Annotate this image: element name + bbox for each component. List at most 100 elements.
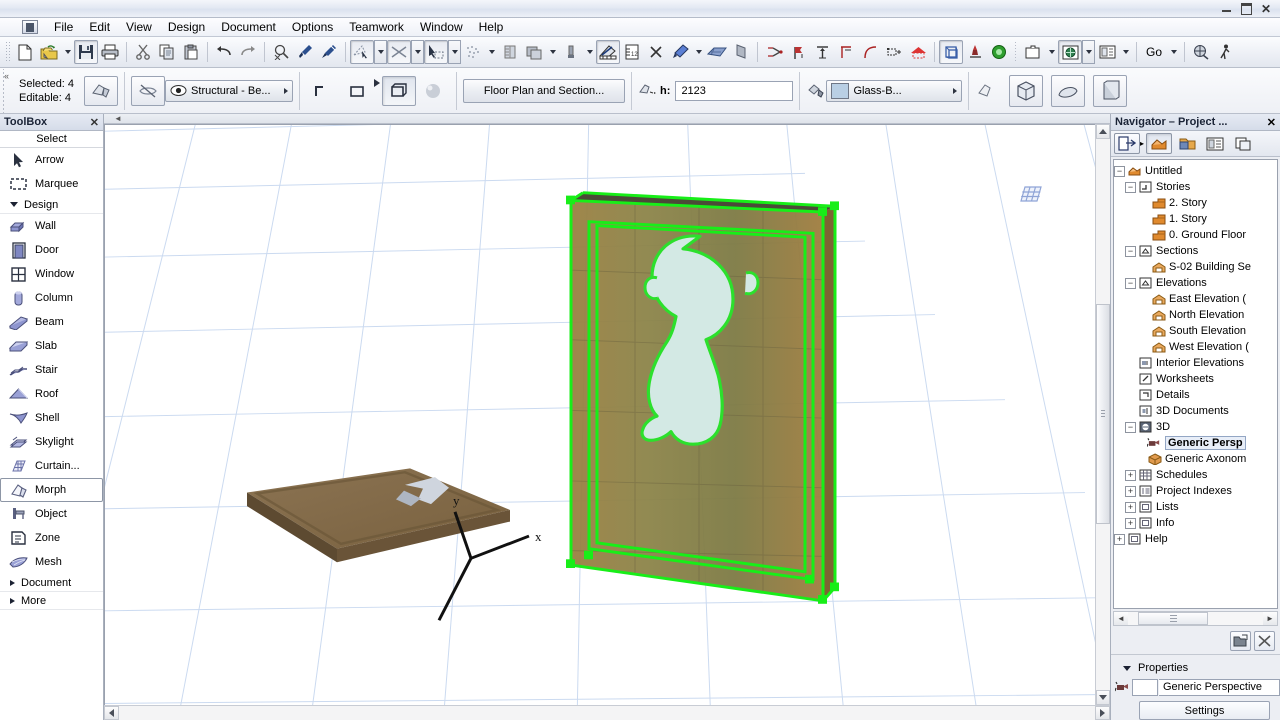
open-folder-button[interactable] bbox=[37, 40, 61, 64]
tree-row-sections[interactable]: − Sections bbox=[1114, 243, 1277, 259]
cutaway-box-button[interactable] bbox=[939, 40, 963, 64]
toolbox-close-icon[interactable]: ✕ bbox=[90, 116, 99, 129]
stretch-arrow-button[interactable] bbox=[810, 40, 834, 64]
stamp-marker-button[interactable] bbox=[963, 40, 987, 64]
tree-row-generic-perspective[interactable]: Generic Persp bbox=[1114, 435, 1277, 451]
open-recent-arrow[interactable] bbox=[61, 40, 74, 64]
close-button[interactable]: ✕ bbox=[1256, 2, 1276, 16]
morph-small-icon[interactable] bbox=[975, 79, 999, 103]
tool-mesh[interactable]: Mesh bbox=[0, 550, 103, 574]
new-document-button[interactable] bbox=[13, 40, 37, 64]
tool-object[interactable]: Object bbox=[0, 502, 103, 526]
magnifier-select-button[interactable] bbox=[269, 40, 293, 64]
tool-wall[interactable]: Wall bbox=[0, 214, 103, 238]
shell-view-icon[interactable] bbox=[1051, 74, 1086, 107]
walk-person-button[interactable] bbox=[1213, 40, 1237, 64]
eyedropper-button[interactable] bbox=[293, 40, 317, 64]
tool-skylight[interactable]: Skylight bbox=[0, 430, 103, 454]
view-color-swatch[interactable] bbox=[1132, 678, 1158, 696]
marquee-options-arrow[interactable] bbox=[374, 40, 387, 64]
tree-row-worksheets[interactable]: Worksheets bbox=[1114, 371, 1277, 387]
menu-document[interactable]: Document bbox=[213, 18, 284, 37]
tree-row-untitled[interactable]: − Untitled bbox=[1114, 163, 1277, 179]
scroll-down-arrow[interactable] bbox=[1096, 690, 1110, 705]
pen-weight-button[interactable] bbox=[559, 40, 583, 64]
copy-button[interactable] bbox=[155, 40, 179, 64]
split-scissors-button[interactable] bbox=[762, 40, 786, 64]
menu-edit[interactable]: Edit bbox=[81, 18, 118, 37]
paint-material-button[interactable] bbox=[668, 40, 692, 64]
menu-options[interactable]: Options bbox=[284, 18, 341, 37]
snap-dots-button[interactable] bbox=[461, 40, 485, 64]
layers-stack-button[interactable] bbox=[522, 40, 546, 64]
tree-row-lists[interactable]: + Lists bbox=[1114, 499, 1277, 515]
menu-help[interactable]: Help bbox=[471, 18, 512, 37]
navigator-popup-arrow[interactable]: ▸ bbox=[1140, 139, 1144, 148]
trim-tool-button[interactable] bbox=[387, 40, 411, 64]
scroll-left-arrow[interactable] bbox=[104, 706, 119, 720]
tree-row-project-indexes[interactable]: + Project Indexes bbox=[1114, 483, 1277, 499]
tree-row-north-elevation[interactable]: North Elevation bbox=[1114, 307, 1277, 323]
expander-icon[interactable]: − bbox=[1125, 277, 1136, 289]
view-map-folder-icon[interactable] bbox=[1174, 133, 1200, 154]
layout-book-button[interactable] bbox=[1095, 40, 1119, 64]
menu-file[interactable]: File bbox=[46, 18, 81, 37]
tree-row-info[interactable]: + Info bbox=[1114, 515, 1277, 531]
measure-tool-button[interactable] bbox=[596, 40, 620, 64]
mesh-plane-button[interactable] bbox=[705, 40, 729, 64]
tool-beam[interactable]: Beam bbox=[0, 310, 103, 334]
delete-x-icon[interactable] bbox=[1254, 631, 1275, 651]
menu-view[interactable]: View bbox=[118, 18, 160, 37]
tape-measure-button[interactable]: 12 bbox=[620, 40, 644, 64]
expander-icon[interactable]: − bbox=[1125, 181, 1136, 193]
tree-row-story-2[interactable]: 2. Story bbox=[1114, 195, 1277, 211]
project-map-home-icon[interactable] bbox=[1146, 133, 1173, 154]
tool-morph[interactable]: Morph bbox=[0, 478, 103, 502]
tree-row-generic-axonometric[interactable]: Generic Axonom bbox=[1114, 451, 1277, 467]
tool-shell[interactable]: Shell bbox=[0, 406, 103, 430]
tree-row-east-elevation[interactable]: East Elevation ( bbox=[1114, 291, 1277, 307]
adjust-flag-button[interactable] bbox=[786, 40, 810, 64]
maximize-button[interactable] bbox=[1236, 2, 1256, 16]
nav-scroll-left-arrow[interactable]: ◄ bbox=[1114, 612, 1128, 625]
undo-button[interactable] bbox=[212, 40, 236, 64]
navigator-tree[interactable]: − Untitled − Stories 2. Story 1. Story 0… bbox=[1113, 159, 1278, 609]
save-disk-button[interactable] bbox=[74, 40, 98, 64]
tree-row-south-elevation[interactable]: South Elevation bbox=[1114, 323, 1277, 339]
nav-scroll-right-arrow[interactable]: ► bbox=[1263, 612, 1277, 625]
scroll-right-arrow[interactable] bbox=[1095, 706, 1110, 720]
window-layout-arrow[interactable] bbox=[1045, 40, 1058, 64]
new-view-icon[interactable] bbox=[1230, 631, 1251, 651]
tool-stair[interactable]: Stair bbox=[0, 358, 103, 382]
printer-button[interactable] bbox=[98, 40, 122, 64]
paint-bucket-icon[interactable] bbox=[806, 81, 826, 101]
vscroll-thumb[interactable] bbox=[1096, 304, 1110, 525]
tree-row-west-elevation[interactable]: West Elevation ( bbox=[1114, 339, 1277, 355]
sphere-profile-icon[interactable] bbox=[416, 76, 450, 106]
hscroll-track[interactable] bbox=[119, 706, 1095, 720]
material-combo-arrow[interactable] bbox=[953, 87, 958, 94]
morph-tool-icon[interactable] bbox=[84, 75, 119, 106]
redo-button[interactable] bbox=[236, 40, 260, 64]
toolbox-group-document[interactable]: Document bbox=[0, 574, 103, 592]
tool-curtain-wall[interactable]: Curtain... bbox=[0, 454, 103, 478]
navigator-horizontal-scrollbar[interactable]: ◄ ► bbox=[1113, 611, 1278, 626]
ruler-grid-button[interactable] bbox=[498, 40, 522, 64]
fillet-curve-button[interactable] bbox=[858, 40, 882, 64]
drag-options-arrow[interactable] bbox=[448, 40, 461, 64]
tree-row-interior-elevations[interactable]: Interior Elevations bbox=[1114, 355, 1277, 371]
publish-globe-button[interactable] bbox=[1189, 40, 1213, 64]
layers-options-arrow[interactable] bbox=[546, 40, 559, 64]
layout-book-nav-icon[interactable] bbox=[1202, 133, 1228, 154]
go-label[interactable]: Go bbox=[1141, 45, 1167, 59]
expander-icon[interactable]: + bbox=[1125, 501, 1136, 513]
go-arrow[interactable] bbox=[1167, 40, 1180, 64]
layer-combo-arrow[interactable] bbox=[284, 87, 289, 94]
expander-icon[interactable]: − bbox=[1125, 421, 1136, 433]
tool-door[interactable]: Door bbox=[0, 238, 103, 262]
globe-window-arrow[interactable] bbox=[1082, 40, 1095, 64]
tool-roof[interactable]: Roof bbox=[0, 382, 103, 406]
navigator-popup-icon[interactable] bbox=[1114, 133, 1140, 154]
expander-icon[interactable]: + bbox=[1125, 485, 1136, 497]
tree-row-help[interactable]: + Help bbox=[1114, 531, 1277, 547]
